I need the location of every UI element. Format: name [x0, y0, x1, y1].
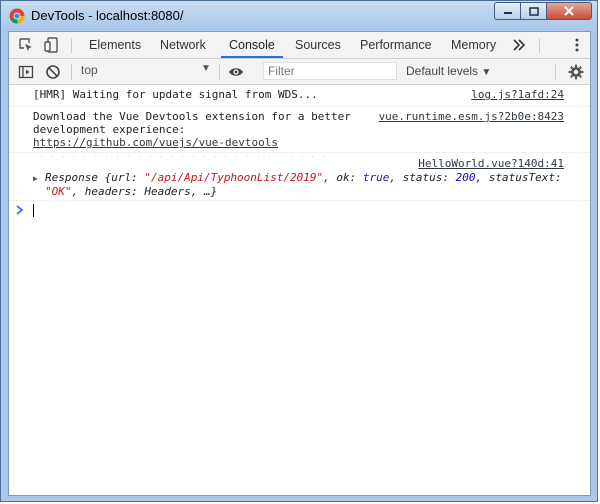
text-cursor [33, 204, 34, 217]
tab-elements[interactable]: Elements [89, 32, 141, 58]
filter-input[interactable] [263, 62, 397, 80]
object-prefix: Response {url: [45, 171, 145, 184]
overflow-ghost-text: · · · · · · · · · · · · · · · · · · · · … [39, 153, 327, 162]
console-message: · · · · · · · · · · · · · · · · · · · · … [9, 153, 590, 201]
chrome-icon [9, 8, 25, 24]
object-ok-label: , ok: [323, 171, 363, 184]
tab-console[interactable]: Console [221, 32, 283, 58]
clear-console-icon[interactable] [45, 64, 61, 80]
tabbar-divider-right [539, 38, 540, 53]
kebab-menu-icon[interactable] [569, 37, 585, 53]
tab-memory[interactable]: Memory [451, 32, 496, 58]
toolbar-divider [71, 64, 72, 80]
double-chevron-icon[interactable] [513, 39, 525, 51]
console-message: [HMR] Waiting for update signal from WDS… [9, 85, 590, 107]
device-toolbar-icon[interactable] [44, 37, 60, 53]
settings-gear-icon[interactable] [568, 64, 584, 80]
maximize-icon [528, 6, 539, 16]
vue-devtools-link[interactable]: https://github.com/vuejs/vue-devtools [33, 136, 363, 149]
console-output: [HMR] Waiting for update signal from WDS… [9, 85, 590, 495]
expand-triangle-icon[interactable]: ▶ [33, 172, 38, 186]
panel-tab-bar: Elements Network Console Sources Perform… [9, 32, 590, 59]
window-controls [494, 2, 592, 20]
object-status-text-value: "OK" [45, 185, 72, 198]
object-status-value: 200 [455, 171, 476, 184]
message-source-link[interactable]: HelloWorld.vue?140d:41 [418, 157, 564, 170]
eye-icon[interactable] [228, 64, 244, 80]
devtools-window: DevTools - localhost:8080/ Elements Netw… [0, 0, 598, 502]
message-source-link[interactable]: log.js?1afd:24 [471, 88, 564, 101]
levels-dropdown-icon: ▼ [481, 67, 492, 78]
context-dropdown-icon[interactable]: ▼ [201, 63, 211, 74]
object-ok-value: true [362, 171, 390, 184]
log-levels-label: Default levels [406, 64, 479, 78]
console-message: Download the Vue Devtools extension for … [9, 107, 590, 153]
console-toolbar: top ▼ Default levels ▼ [9, 59, 590, 85]
console-prompt[interactable] [9, 201, 590, 219]
minimize-button[interactable] [494, 2, 521, 20]
close-button[interactable] [547, 2, 592, 20]
message-source-link[interactable]: vue.runtime.esm.js?2b0e:8423 [379, 110, 564, 123]
prompt-chevron-icon [16, 205, 24, 215]
toolbar-divider-3 [555, 64, 556, 80]
sidebar-toggle-icon[interactable] [18, 64, 34, 80]
minimize-icon [503, 12, 512, 14]
toolbar-divider-2 [219, 64, 220, 80]
object-status-text-label: , statusText: [475, 171, 562, 184]
object-status-label: , status: [389, 171, 456, 184]
inspect-element-icon[interactable] [18, 37, 34, 53]
close-icon [564, 6, 574, 16]
object-suffix: , headers: Headers, …} [71, 185, 218, 198]
tabbar-divider [71, 38, 72, 53]
tab-sources[interactable]: Sources [295, 32, 341, 58]
object-url: "/api/Api/TyphoonList/2019" [144, 171, 324, 184]
log-levels-dropdown[interactable]: Default levels ▼ [406, 64, 491, 78]
tab-network[interactable]: Network [160, 32, 206, 58]
maximize-button[interactable] [521, 2, 547, 20]
context-select[interactable]: top [81, 63, 98, 77]
message-text: Download the Vue Devtools extension for … [33, 110, 358, 136]
devtools-panel: Elements Network Console Sources Perform… [8, 31, 591, 496]
title-bar[interactable]: DevTools - localhost:8080/ [1, 1, 597, 30]
tab-performance[interactable]: Performance [360, 32, 432, 58]
window-title: DevTools - localhost:8080/ [31, 8, 184, 23]
response-object[interactable]: ▶ Response {url: "/api/Api/TyphoonList/20… [33, 171, 573, 199]
